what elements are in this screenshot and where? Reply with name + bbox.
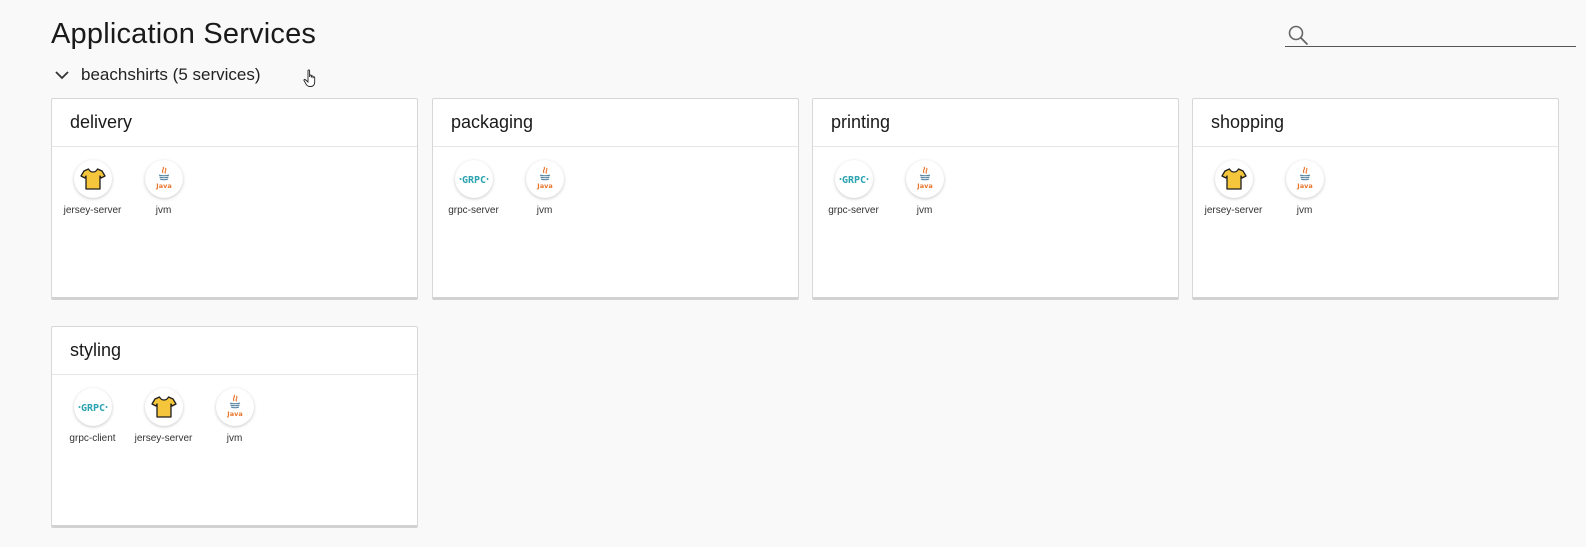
java-icon: Java	[916, 166, 932, 190]
card-title: packaging	[433, 99, 798, 147]
component-label: grpc-client	[69, 433, 116, 444]
service-card-styling[interactable]: styling GRPC grpc-client jersey-server J…	[51, 326, 418, 528]
grpc-icon: GRPC	[459, 175, 488, 186]
svg-text:Java: Java	[916, 182, 932, 190]
service-card-shopping[interactable]: shopping jersey-server Java jvm	[1192, 98, 1559, 300]
page-title: Application Services	[51, 18, 317, 50]
component-label: jvm	[155, 205, 172, 216]
svg-text:GRPC: GRPC	[461, 175, 485, 186]
component-label: grpc-server	[828, 205, 879, 216]
component-jersey-server[interactable]: jersey-server	[1198, 160, 1269, 216]
search-input[interactable]	[1313, 22, 1575, 46]
cursor-hand-icon	[303, 69, 316, 87]
component-label: jvm	[1296, 205, 1313, 216]
component-grpc-client[interactable]: GRPC grpc-client	[57, 388, 128, 444]
service-card-packaging[interactable]: packaging GRPC grpc-server Java jvm	[432, 98, 799, 300]
java-icon: Java	[226, 394, 242, 418]
svg-text:Java: Java	[155, 182, 171, 190]
tshirt-icon	[150, 396, 177, 418]
card-title: printing	[813, 99, 1178, 147]
svg-text:Java: Java	[1296, 182, 1312, 190]
java-icon: Java	[1296, 166, 1312, 190]
component-grpc-server[interactable]: GRPC grpc-server	[438, 160, 509, 216]
card-title: styling	[52, 327, 417, 375]
component-label: grpc-server	[448, 205, 499, 216]
component-jvm[interactable]: Java jvm	[128, 160, 199, 216]
component-label: jersey-server	[1204, 205, 1263, 216]
component-label: jersey-server	[134, 433, 193, 444]
search-box[interactable]	[1285, 22, 1576, 47]
svg-text:Java: Java	[226, 410, 242, 418]
svg-text:Java: Java	[536, 182, 552, 190]
component-jersey-server[interactable]: jersey-server	[57, 160, 128, 216]
grpc-icon: GRPC	[839, 175, 868, 186]
search-icon	[1288, 25, 1308, 45]
component-label: jvm	[916, 205, 933, 216]
tshirt-icon	[79, 168, 106, 190]
svg-text:GRPC: GRPC	[841, 175, 865, 186]
tshirt-icon	[1220, 168, 1247, 190]
component-jvm[interactable]: Java jvm	[199, 388, 270, 444]
group-label: beachshirts (5 services)	[81, 65, 261, 84]
page: Application Services beachshirts (5 serv…	[0, 0, 1586, 547]
grpc-icon: GRPC	[78, 403, 107, 414]
service-card-delivery[interactable]: delivery jersey-server Java jvm	[51, 98, 418, 300]
chevron-down-icon	[55, 71, 69, 80]
component-grpc-server[interactable]: GRPC grpc-server	[818, 160, 889, 216]
component-jvm[interactable]: Java jvm	[509, 160, 580, 216]
component-label: jersey-server	[63, 205, 122, 216]
component-jvm[interactable]: Java jvm	[1269, 160, 1340, 216]
java-icon: Java	[155, 166, 171, 190]
card-title: shopping	[1193, 99, 1558, 147]
component-jersey-server[interactable]: jersey-server	[128, 388, 199, 444]
component-label: jvm	[536, 205, 553, 216]
card-title: delivery	[52, 99, 417, 147]
component-jvm[interactable]: Java jvm	[889, 160, 960, 216]
svg-text:GRPC: GRPC	[80, 403, 104, 414]
group-toggle[interactable]: beachshirts (5 services)	[51, 62, 261, 88]
service-card-printing[interactable]: printing GRPC grpc-server Java jvm	[812, 98, 1179, 300]
java-icon: Java	[536, 166, 552, 190]
component-label: jvm	[226, 433, 243, 444]
